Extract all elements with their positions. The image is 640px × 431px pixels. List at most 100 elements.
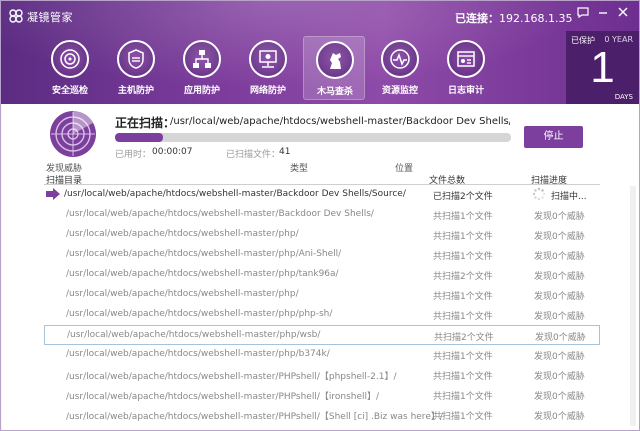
- main-nav: 安全巡检 主机防护 应用防护 网络防护 木马查杀 资源监控 日志审计: [39, 36, 539, 100]
- row-threat-status: 发现0个威胁: [534, 252, 585, 262]
- connection-label: 已连接：: [455, 12, 499, 25]
- nav-item-log-audit[interactable]: 日志审计: [435, 36, 497, 100]
- row-file-count: 共扫描1个文件: [433, 212, 493, 222]
- elapsed-value: 00:00:07: [152, 147, 193, 157]
- row-path: /usr/local/web/apache/htdocs/webshell-ma…: [66, 412, 443, 422]
- app-network-icon: [193, 50, 211, 68]
- table-row[interactable]: /usr/local/web/apache/htdocs/webshell-ma…: [44, 385, 600, 405]
- table-row[interactable]: /usr/local/web/apache/htdocs/webshell-ma…: [44, 285, 600, 305]
- table-row[interactable]: /usr/local/web/apache/htdocs/webshell-ma…: [44, 345, 600, 365]
- stop-button[interactable]: 停止: [524, 126, 583, 148]
- table-row[interactable]: /usr/local/web/apache/htdocs/webshell-ma…: [44, 405, 600, 425]
- nav-label: 木马查杀: [316, 87, 353, 97]
- row-path: /usr/local/web/apache/htdocs/webshell-ma…: [66, 269, 339, 279]
- feedback-icon[interactable]: [575, 7, 591, 21]
- row-file-count: 共扫描1个文件: [433, 372, 493, 382]
- table-row[interactable]: /usr/local/web/apache/htdocs/webshell-ma…: [44, 185, 600, 205]
- col-location: 位置: [395, 164, 414, 174]
- nav-item-host-protection[interactable]: 主机防护: [105, 36, 167, 100]
- minimize-icon[interactable]: [595, 7, 611, 21]
- current-row-arrow-icon: [46, 188, 60, 200]
- table-row[interactable]: /usr/local/web/apache/htdocs/webshell-ma…: [44, 205, 600, 225]
- connection-ip: 192.168.1.35: [499, 12, 573, 25]
- nav-icon-wrap: [381, 40, 419, 78]
- nav-label: 应用防护: [183, 86, 220, 96]
- protection-days-value: 1: [590, 43, 615, 92]
- row-path: /usr/local/web/apache/htdocs/webshell-ma…: [66, 372, 397, 382]
- scan-status-label: 正在扫描：: [115, 116, 176, 130]
- table-row[interactable]: /usr/local/web/apache/htdocs/webshell-ma…: [44, 305, 600, 325]
- nav-icon-wrap: [316, 41, 354, 79]
- row-threat-status: 发现0个威胁: [534, 312, 585, 322]
- host-shield-icon: [128, 49, 144, 69]
- row-file-count: 共扫描1个文件: [433, 412, 493, 422]
- row-threat-status: 发现0个威胁: [534, 392, 585, 402]
- scan-current-path: /usr/local/web/apache/htdocs/webshell-ma…: [170, 116, 510, 127]
- row-threat-status: 发现0个威胁: [534, 212, 585, 222]
- nav-label: 主机防护: [117, 86, 154, 96]
- nav-item-security-patrol[interactable]: 安全巡检: [39, 36, 101, 100]
- row-threat-status: 发现0个威胁: [534, 372, 585, 382]
- protection-days-panel: 已保护 0 YEAR 1 DAYS: [566, 31, 639, 104]
- row-file-count: 共扫描2个文件: [433, 272, 493, 282]
- row-threat-status: 发现0个威胁: [534, 232, 585, 242]
- radar-icon: [60, 49, 80, 69]
- connection-status: 已连接：192.168.1.35: [455, 10, 572, 26]
- close-icon[interactable]: [615, 7, 631, 21]
- row-file-count: 共扫描1个文件: [433, 312, 493, 322]
- scan-progress-fill: [115, 133, 163, 142]
- nav-item-trojan-scan[interactable]: 木马查杀: [303, 36, 365, 100]
- log-audit-icon: [457, 51, 475, 67]
- row-threat-status: 发现0个威胁: [534, 352, 585, 362]
- table-row[interactable]: /usr/local/web/apache/htdocs/webshell-ma…: [44, 225, 600, 245]
- nav-label: 资源监控: [381, 86, 418, 96]
- row-file-count: 共扫描1个文件: [433, 392, 493, 402]
- row-file-count: 共扫描1个文件: [433, 292, 493, 302]
- trojan-horse-icon: [330, 53, 341, 69]
- row-threat-status: 发现0个威胁: [534, 272, 585, 282]
- row-path: /usr/local/web/apache/htdocs/webshell-ma…: [66, 249, 342, 259]
- row-file-count: 共扫描2个文件: [434, 333, 494, 343]
- row-file-count: 共扫描1个文件: [433, 232, 493, 242]
- row-path: /usr/local/web/apache/htdocs/webshell-ma…: [66, 209, 374, 219]
- row-file-count: 共扫描1个文件: [433, 252, 493, 262]
- table-scrollbar[interactable]: [630, 186, 636, 426]
- row-threat-status: 扫描中...: [551, 192, 587, 202]
- nav-icon-wrap: [183, 40, 221, 78]
- table-row[interactable]: /usr/local/web/apache/htdocs/webshell-ma…: [44, 365, 600, 385]
- scan-results-table: 发现威胁 类型 位置 扫描目录 文件总数 扫描进度 /usr/local/web…: [2, 161, 639, 430]
- header-bar: 凝镜管家 已连接：192.168.1.35 安全巡检 主机防护 应用防护 网络防…: [1, 1, 639, 104]
- monitor-pulse-icon: [390, 49, 410, 69]
- row-path: /usr/local/web/apache/htdocs/webshell-ma…: [66, 392, 380, 402]
- row-threat-status: 发现0个威胁: [534, 412, 585, 422]
- table-row[interactable]: /usr/local/web/apache/htdocs/webshell-ma…: [44, 245, 600, 265]
- table-row[interactable]: /usr/local/web/apache/htdocs/webshell-ma…: [44, 265, 600, 285]
- app-window: 凝镜管家 已连接：192.168.1.35 安全巡检 主机防护 应用防护 网络防…: [0, 0, 640, 431]
- nav-icon-wrap: [447, 40, 485, 78]
- app-title: 凝镜管家: [27, 11, 73, 24]
- files-scanned-label: 已扫描文件：: [226, 150, 281, 160]
- network-icon: [259, 50, 277, 68]
- app-logo-icon: [9, 9, 23, 23]
- col-type: 类型: [290, 164, 309, 174]
- elapsed-label: 已用时：: [115, 150, 152, 160]
- row-path: /usr/local/web/apache/htdocs/webshell-ma…: [66, 289, 299, 299]
- table-row[interactable]: /usr/local/web/apache/htdocs/webshell-ma…: [44, 325, 600, 345]
- nav-item-app-protection[interactable]: 应用防护: [171, 36, 233, 100]
- row-file-count: 共扫描1个文件: [433, 352, 493, 362]
- row-path: /usr/local/web/apache/htdocs/webshell-ma…: [64, 189, 406, 199]
- nav-icon-wrap: [117, 40, 155, 78]
- row-path: /usr/local/web/apache/htdocs/webshell-ma…: [66, 349, 330, 359]
- nav-item-network-protection[interactable]: 网络防护: [237, 36, 299, 100]
- row-path: /usr/local/web/apache/htdocs/webshell-ma…: [66, 229, 299, 239]
- nav-icon-wrap: [249, 40, 287, 78]
- nav-item-resource-monitor[interactable]: 资源监控: [369, 36, 431, 100]
- row-file-count: 已扫描2个文件: [433, 192, 493, 202]
- row-path: /usr/local/web/apache/htdocs/webshell-ma…: [66, 309, 333, 319]
- scan-radar-icon: [50, 111, 96, 157]
- nav-label: 安全巡检: [51, 86, 88, 96]
- protection-days-label: DAYS: [614, 93, 633, 101]
- row-threat-status: 发现0个威胁: [535, 333, 586, 343]
- scan-progress-bar: [115, 133, 511, 142]
- loading-spinner-icon: [532, 187, 546, 201]
